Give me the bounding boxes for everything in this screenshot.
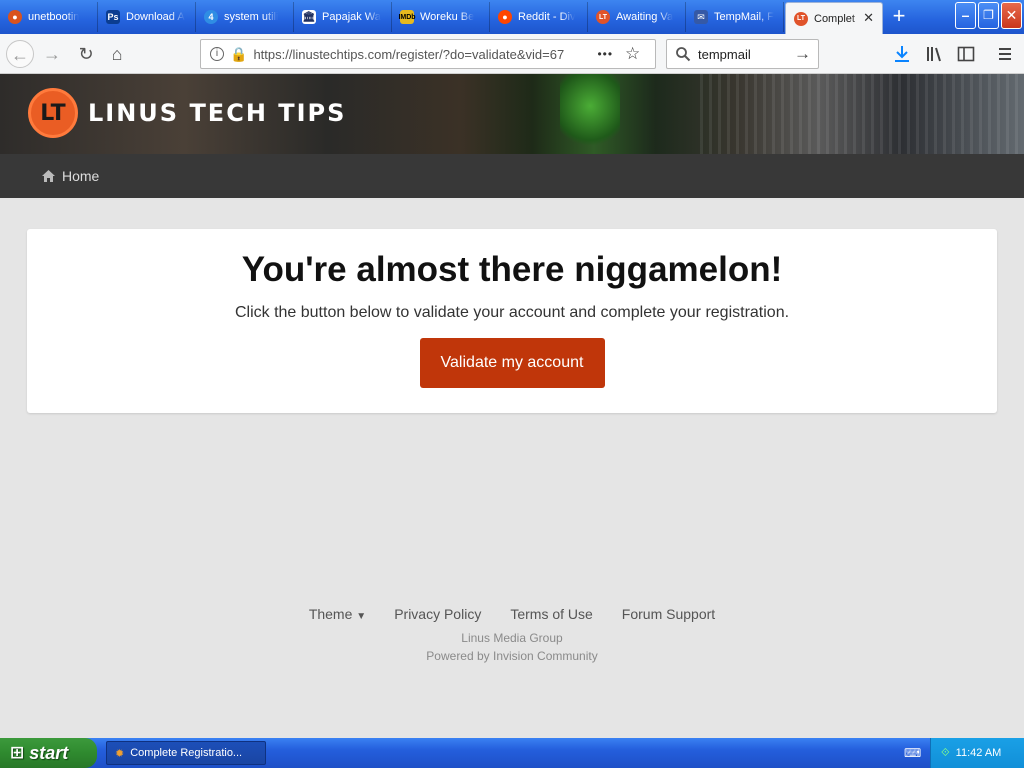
reddit-icon: ● [498, 10, 512, 24]
tab-download[interactable]: Ps Download A [98, 2, 196, 32]
site-header-banner: LT LINUS TECH TIPS [0, 74, 1024, 154]
tab-label: TempMail, F [714, 11, 774, 23]
sidebar-icon[interactable] [957, 45, 975, 63]
network-icon[interactable]: ⟐ [941, 747, 950, 760]
home-icon [42, 170, 55, 182]
close-window-button[interactable]: ✕ [1001, 2, 1022, 29]
powered-by-link[interactable]: Powered by Invision Community [0, 649, 1024, 663]
privacy-policy-link[interactable]: Privacy Policy [394, 606, 481, 622]
windows-logo-icon: ⊞ [10, 743, 25, 762]
navigation-toolbar: ← → ↻ ⌂ i 🔒 https://linustechtips.com/re… [0, 34, 1024, 74]
tab-complete-registration[interactable]: LT Complet ✕ [785, 2, 883, 34]
system-tray: ⟐ 11:42 AM [930, 738, 1024, 768]
search-icon [676, 47, 691, 62]
terms-of-use-link[interactable]: Terms of Use [510, 606, 592, 622]
clock[interactable]: 11:42 AM [956, 747, 1002, 759]
back-button[interactable]: ← [6, 40, 34, 68]
home-button[interactable]: ⌂ [103, 40, 131, 68]
tab-tempmail[interactable]: ✉ TempMail, F [686, 2, 784, 32]
generic-icon: ● [8, 10, 22, 24]
forum-support-link[interactable]: Forum Support [622, 606, 715, 622]
lock-icon: 🔒 [230, 45, 248, 62]
search-text[interactable]: tempmail [698, 47, 751, 62]
tab-label: Complet [814, 12, 855, 25]
search-go-icon[interactable]: → [794, 44, 811, 64]
validation-card: You're almost there niggamelon! Click th… [27, 229, 997, 413]
windows-taskbar: ⊞ start ✹ Complete Registratio... ⌨ ⟐ 11… [0, 738, 1024, 768]
minimize-icon: – [961, 7, 970, 23]
footer-links: Theme ▼ Privacy Policy Terms of Use Foru… [0, 606, 1024, 622]
tab-label: Woreku Be [420, 11, 475, 23]
tab-strip: ● unetbootin Ps Download A 4 system util… [0, 0, 1024, 34]
tab-papajak[interactable]: 🏛 Papajak Wa [294, 2, 392, 32]
banner-decoration [560, 74, 620, 154]
logo-text: LINUS TECH TIPS [88, 99, 347, 127]
theme-label: Theme [308, 606, 353, 622]
tab-reddit[interactable]: ● Reddit - Div [490, 2, 588, 32]
library-icon[interactable] [925, 45, 943, 63]
new-tab-button[interactable]: + [886, 4, 912, 30]
search-box[interactable]: tempmail → [666, 39, 819, 69]
ltt-icon: LT [794, 11, 808, 26]
ps-icon: Ps [106, 10, 120, 24]
menu-icon[interactable] [997, 45, 1013, 63]
ltt-icon: LT [596, 10, 610, 24]
tab-label: Download A [126, 11, 185, 23]
site-footer: Theme ▼ Privacy Policy Terms of Use Foru… [0, 606, 1024, 663]
bookmark-star-icon[interactable]: ☆ [625, 44, 640, 64]
building-icon: 🏛 [302, 10, 316, 24]
tab-label: unetbootin [28, 11, 80, 23]
minimize-button[interactable]: – [955, 2, 976, 29]
site-navigation: Home [0, 154, 1024, 198]
forward-button[interactable]: → [38, 40, 66, 68]
page-title: You're almost there niggamelon! [241, 250, 783, 289]
url-text[interactable]: https://linustechtips.com/register/?do=v… [253, 47, 593, 62]
4-icon: 4 [204, 10, 218, 24]
caret-down-icon: ▼ [356, 611, 367, 622]
reload-button[interactable]: ↻ [72, 40, 100, 68]
restore-button[interactable]: ❐ [978, 2, 999, 29]
tab-label: system utili [224, 11, 279, 23]
nav-home-link[interactable]: Home [42, 168, 99, 184]
validate-account-button[interactable]: Validate my account [419, 338, 605, 388]
browser-icon: ✹ [115, 747, 125, 760]
instruction-text: Click the button below to validate your … [234, 304, 790, 321]
restore-icon: ❐ [983, 8, 994, 22]
banner-decoration [700, 74, 1024, 154]
theme-link[interactable]: Theme ▼ [309, 606, 366, 622]
company-name: Linus Media Group [461, 631, 563, 645]
imdb-icon: IMDb [398, 10, 416, 24]
close-icon: ✕ [1005, 7, 1018, 23]
logo-mark: LT [40, 100, 66, 126]
info-icon[interactable]: i [210, 47, 224, 61]
start-button[interactable]: ⊞ start [0, 738, 97, 768]
page-actions-icon[interactable]: ••• [597, 47, 613, 61]
tab-system-utilities[interactable]: 4 system utili [196, 2, 294, 32]
tab-woreku[interactable]: IMDb Woreku Be [392, 2, 490, 32]
download-icon[interactable] [893, 45, 911, 63]
close-tab-icon[interactable]: ✕ [863, 10, 874, 26]
tab-awaiting-validation[interactable]: LT Awaiting Va [588, 2, 686, 32]
nav-home-label: Home [62, 168, 100, 184]
address-bar[interactable]: i 🔒 https://linustechtips.com/register/?… [200, 39, 656, 69]
keyboard-icon[interactable]: ⌨ [904, 746, 921, 760]
tab-label: Awaiting Va [616, 11, 674, 23]
start-label: start [29, 742, 69, 763]
ltt-logo-icon: LT [28, 88, 78, 138]
tab-label: Papajak Wa [322, 11, 381, 23]
taskbar-window-button[interactable]: ✹ Complete Registratio... [106, 741, 266, 765]
tempmail-icon: ✉ [694, 10, 708, 24]
site-logo[interactable]: LT LINUS TECH TIPS [28, 88, 346, 138]
taskbar-window-label: Complete Registratio... [130, 747, 243, 759]
tab-label: Reddit - Div [518, 11, 576, 23]
tab-unetbootin[interactable]: ● unetbootin [0, 2, 98, 32]
